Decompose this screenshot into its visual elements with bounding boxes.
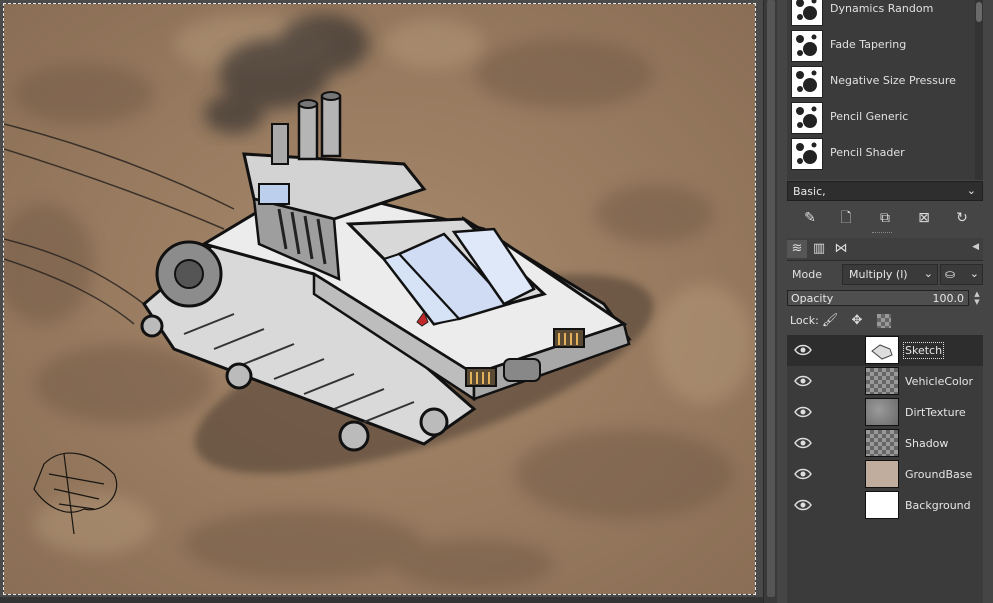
lock-label: Lock: bbox=[790, 314, 819, 327]
layer-row[interactable]: GroundBase bbox=[787, 459, 983, 490]
visibility-eye-icon[interactable] bbox=[794, 437, 812, 449]
layer-name[interactable]: Background bbox=[905, 499, 971, 512]
layer-name[interactable]: Shadow bbox=[905, 437, 948, 450]
layers-tab-icon[interactable]: ≋ bbox=[787, 240, 807, 258]
brush-label: Fade Tapering bbox=[830, 38, 907, 51]
duplicate-brush-icon[interactable]: ⧉ bbox=[874, 207, 896, 229]
brush-list-scroll-thumb[interactable] bbox=[976, 2, 982, 22]
refresh-brushes-icon[interactable]: ↻ bbox=[951, 207, 973, 229]
lock-row: Lock: 🖌 ✥ bbox=[787, 311, 983, 331]
brush-item[interactable]: Pencil Shader bbox=[787, 136, 973, 172]
layers-dock-tabs: ≋ ▥ ⋈ ◀ bbox=[787, 238, 983, 261]
lock-position-icon[interactable]: ✥ bbox=[848, 312, 866, 330]
layer-row[interactable]: Shadow bbox=[787, 428, 983, 459]
layer-row[interactable]: Background bbox=[787, 490, 983, 521]
brush-label: Negative Size Pressure bbox=[830, 74, 956, 87]
image-canvas[interactable] bbox=[3, 3, 756, 595]
image-canvas-area[interactable] bbox=[0, 0, 763, 603]
vertical-scrollbar[interactable] bbox=[763, 0, 778, 603]
layer-thumbnail bbox=[865, 336, 899, 364]
opacity-row: Opacity 100.0 ▲ ▼ bbox=[787, 290, 983, 306]
brush-thumbnail bbox=[791, 0, 823, 26]
brush-preview-icon bbox=[796, 70, 817, 92]
brush-preview-icon bbox=[796, 0, 817, 20]
vertical-scrollbar-thumb[interactable] bbox=[767, 0, 775, 597]
layer-row[interactable]: VehicleColor bbox=[787, 366, 983, 397]
paths-tab-icon[interactable]: ⋈ bbox=[831, 240, 851, 258]
brush-preview-icon bbox=[796, 106, 817, 128]
brush-tag-filter[interactable]: Basic, ⌄ bbox=[787, 181, 983, 201]
layer-thumbnail bbox=[865, 429, 899, 457]
layer-row[interactable]: Sketch bbox=[787, 335, 983, 366]
brush-thumbnail bbox=[791, 138, 823, 170]
brush-thumbnail bbox=[791, 102, 823, 134]
layer-thumbnail bbox=[865, 367, 899, 395]
chevron-down-icon: ⌄ bbox=[966, 184, 976, 197]
visibility-eye-icon[interactable] bbox=[794, 499, 812, 511]
brush-preview-icon bbox=[796, 34, 817, 56]
layer-mode-row: Mode Multiply (l) ⌄ ⛀ ⌄ bbox=[787, 264, 983, 286]
layers-list[interactable]: Sketch VehicleColor DirtTexture Shadow G… bbox=[787, 335, 983, 603]
layer-name[interactable]: GroundBase bbox=[905, 468, 972, 481]
composite-mode-select[interactable]: ⛀ ⌄ bbox=[940, 264, 983, 285]
opacity-value: 100.0 bbox=[932, 292, 965, 305]
layer-name[interactable]: Sketch bbox=[902, 342, 945, 359]
dock-separator-grip[interactable] bbox=[872, 232, 892, 236]
brush-label: Dynamics Random bbox=[830, 2, 934, 15]
visibility-eye-icon[interactable] bbox=[794, 375, 812, 387]
horizontal-scrollbar[interactable] bbox=[0, 597, 763, 603]
panel-menu-icon[interactable]: ◀ bbox=[972, 242, 979, 252]
layer-name[interactable]: DirtTexture bbox=[905, 406, 966, 419]
visibility-eye-icon[interactable] bbox=[794, 344, 812, 356]
opacity-label: Opacity bbox=[791, 292, 834, 305]
layer-mode-value: Multiply (l) bbox=[849, 268, 908, 281]
brush-thumbnail bbox=[791, 30, 823, 62]
chevron-down-icon: ⌄ bbox=[923, 267, 933, 280]
brush-tag-value: Basic, bbox=[793, 185, 826, 198]
brush-item[interactable]: Fade Tapering bbox=[787, 28, 973, 64]
layer-name[interactable]: VehicleColor bbox=[905, 375, 973, 388]
visibility-eye-icon[interactable] bbox=[794, 468, 812, 480]
brush-item[interactable]: Negative Size Pressure bbox=[787, 64, 973, 100]
brush-preview-icon bbox=[796, 142, 817, 164]
right-dock: Dynamics Random Fade Tapering Negative S… bbox=[777, 0, 993, 603]
layer-mode-select[interactable]: Multiply (l) ⌄ bbox=[842, 264, 938, 285]
brush-toolbar: ✎ 🗋 ⧉ ⊠ ↻ bbox=[787, 205, 983, 231]
visibility-eye-icon[interactable] bbox=[794, 406, 812, 418]
new-brush-icon[interactable]: 🗋 bbox=[835, 207, 857, 229]
brush-list-scrollbar[interactable] bbox=[975, 0, 983, 180]
opacity-spin-buttons[interactable]: ▲ ▼ bbox=[971, 290, 983, 306]
layer-thumbnail bbox=[865, 491, 899, 519]
brush-thumbnail bbox=[791, 66, 823, 98]
brush-label: Pencil Shader bbox=[830, 146, 905, 159]
lock-pixels-icon[interactable]: 🖌 bbox=[821, 312, 839, 330]
layer-row[interactable]: DirtTexture bbox=[787, 397, 983, 428]
delete-brush-icon[interactable]: ⊠ bbox=[913, 207, 935, 229]
mode-label: Mode bbox=[792, 268, 822, 281]
layer-thumbnail bbox=[865, 398, 899, 426]
composite-mode-icon: ⛀ bbox=[945, 267, 956, 281]
opacity-slider[interactable]: Opacity 100.0 bbox=[787, 290, 969, 306]
chevron-down-icon: ⌄ bbox=[969, 267, 979, 280]
brush-label: Pencil Generic bbox=[830, 110, 909, 123]
edit-brush-icon[interactable]: ✎ bbox=[799, 207, 821, 229]
brush-item[interactable]: Dynamics Random bbox=[787, 0, 973, 28]
channels-tab-icon[interactable]: ▥ bbox=[809, 240, 829, 258]
lock-alpha-icon[interactable] bbox=[877, 314, 891, 328]
layer-thumbnail bbox=[865, 460, 899, 488]
tank-illustration bbox=[4, 4, 755, 594]
brush-list[interactable]: Dynamics Random Fade Tapering Negative S… bbox=[787, 0, 983, 180]
brush-item[interactable]: Pencil Generic bbox=[787, 100, 973, 136]
